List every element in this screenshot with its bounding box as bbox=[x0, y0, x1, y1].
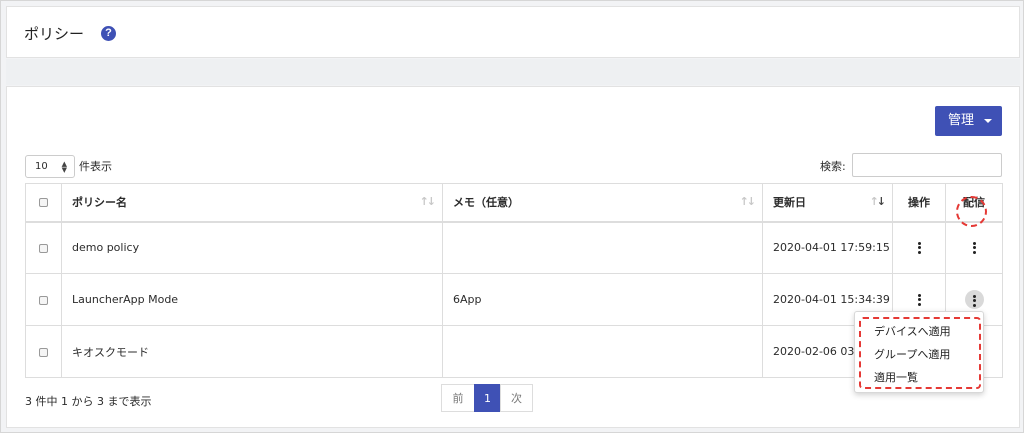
page-length-value: 10 bbox=[35, 161, 48, 172]
help-icon[interactable]: ? bbox=[101, 26, 116, 41]
row-checkbox[interactable] bbox=[39, 347, 48, 357]
menu-item-apply-device[interactable]: デバイスへ適用 bbox=[874, 323, 951, 339]
caret-down-icon bbox=[984, 119, 992, 123]
updated-cell: 2020-04-01 17:59:15 bbox=[762, 221, 893, 274]
select-all-cell bbox=[25, 183, 62, 223]
search-input[interactable] bbox=[852, 153, 1002, 177]
row-select-cell bbox=[25, 273, 62, 326]
more-vertical-icon[interactable] bbox=[917, 240, 921, 255]
row-checkbox[interactable] bbox=[39, 243, 48, 253]
more-vertical-icon bbox=[973, 293, 977, 308]
column-header-label: 更新日 bbox=[773, 196, 806, 210]
pagination-page[interactable]: 1 bbox=[474, 384, 501, 412]
policy-name-cell[interactable]: demo policy bbox=[61, 221, 443, 274]
page-header: ポリシー ? bbox=[6, 6, 1020, 58]
header-spacer bbox=[6, 59, 1020, 85]
column-header-memo[interactable]: メモ（任意） ↑↓ bbox=[442, 183, 763, 223]
memo-cell: 6App bbox=[442, 273, 763, 326]
select-all-checkbox[interactable] bbox=[39, 198, 48, 208]
menu-item-apply-list[interactable]: 適用一覧 bbox=[874, 369, 918, 385]
delivery-dropdown-menu: デバイスへ適用 グループへ適用 適用一覧 bbox=[854, 311, 984, 393]
pagination-prev[interactable]: 前 bbox=[441, 384, 475, 412]
policy-name-cell[interactable]: LauncherApp Mode bbox=[61, 273, 443, 326]
delivery-menu-button[interactable] bbox=[964, 290, 984, 309]
page-length-select[interactable]: 10 ▲ ▼ bbox=[25, 155, 75, 178]
manage-button[interactable]: 管理 bbox=[935, 106, 1002, 136]
table-header-row: ポリシー名 ↑↓ メモ（任意） ↑↓ 更新日 ↑↓ 操作 配信 bbox=[25, 183, 1003, 223]
pagination: 前 1 次 bbox=[441, 384, 533, 412]
more-vertical-icon[interactable] bbox=[917, 292, 921, 307]
table-row: demo policy 2020-04-01 17:59:15 bbox=[25, 221, 1003, 274]
sort-icon: ↑↓ bbox=[419, 195, 437, 208]
row-select-cell bbox=[25, 325, 62, 378]
column-header-label: ポリシー名 bbox=[72, 196, 127, 210]
more-vertical-icon[interactable] bbox=[972, 240, 976, 255]
table-info: 3 件中 1 から 3 まで表示 bbox=[25, 395, 152, 408]
row-select-cell bbox=[25, 221, 62, 274]
page-frame: ポリシー ? 管理 10 ▲ ▼ 件表示 検索: ポリシー名 ↑↓ メモ（任意）… bbox=[0, 0, 1024, 433]
search-label: 検索: bbox=[820, 160, 846, 173]
menu-item-apply-group[interactable]: グループへ適用 bbox=[874, 346, 950, 362]
column-header-policy-name[interactable]: ポリシー名 ↑↓ bbox=[61, 183, 443, 223]
column-header-updated[interactable]: 更新日 ↑↓ bbox=[762, 183, 893, 223]
policy-name-cell[interactable]: キオスクモード bbox=[61, 325, 443, 378]
memo-cell bbox=[442, 325, 763, 378]
highlight-circle bbox=[956, 196, 987, 227]
page-length-label: 件表示 bbox=[79, 160, 112, 173]
column-header-label: メモ（任意） bbox=[453, 196, 519, 210]
pagination-next[interactable]: 次 bbox=[500, 384, 533, 412]
column-header-actions: 操作 bbox=[892, 183, 946, 223]
manage-button-label: 管理 bbox=[948, 113, 975, 128]
actions-cell bbox=[892, 221, 946, 274]
sort-desc-icon: ↑↓ bbox=[869, 195, 887, 208]
memo-cell bbox=[442, 221, 763, 274]
row-checkbox[interactable] bbox=[39, 295, 48, 305]
select-arrows-icon: ▲ ▼ bbox=[61, 160, 67, 174]
sort-icon: ↑↓ bbox=[739, 195, 757, 208]
delivery-cell bbox=[945, 221, 1003, 274]
page-title: ポリシー bbox=[24, 25, 85, 43]
